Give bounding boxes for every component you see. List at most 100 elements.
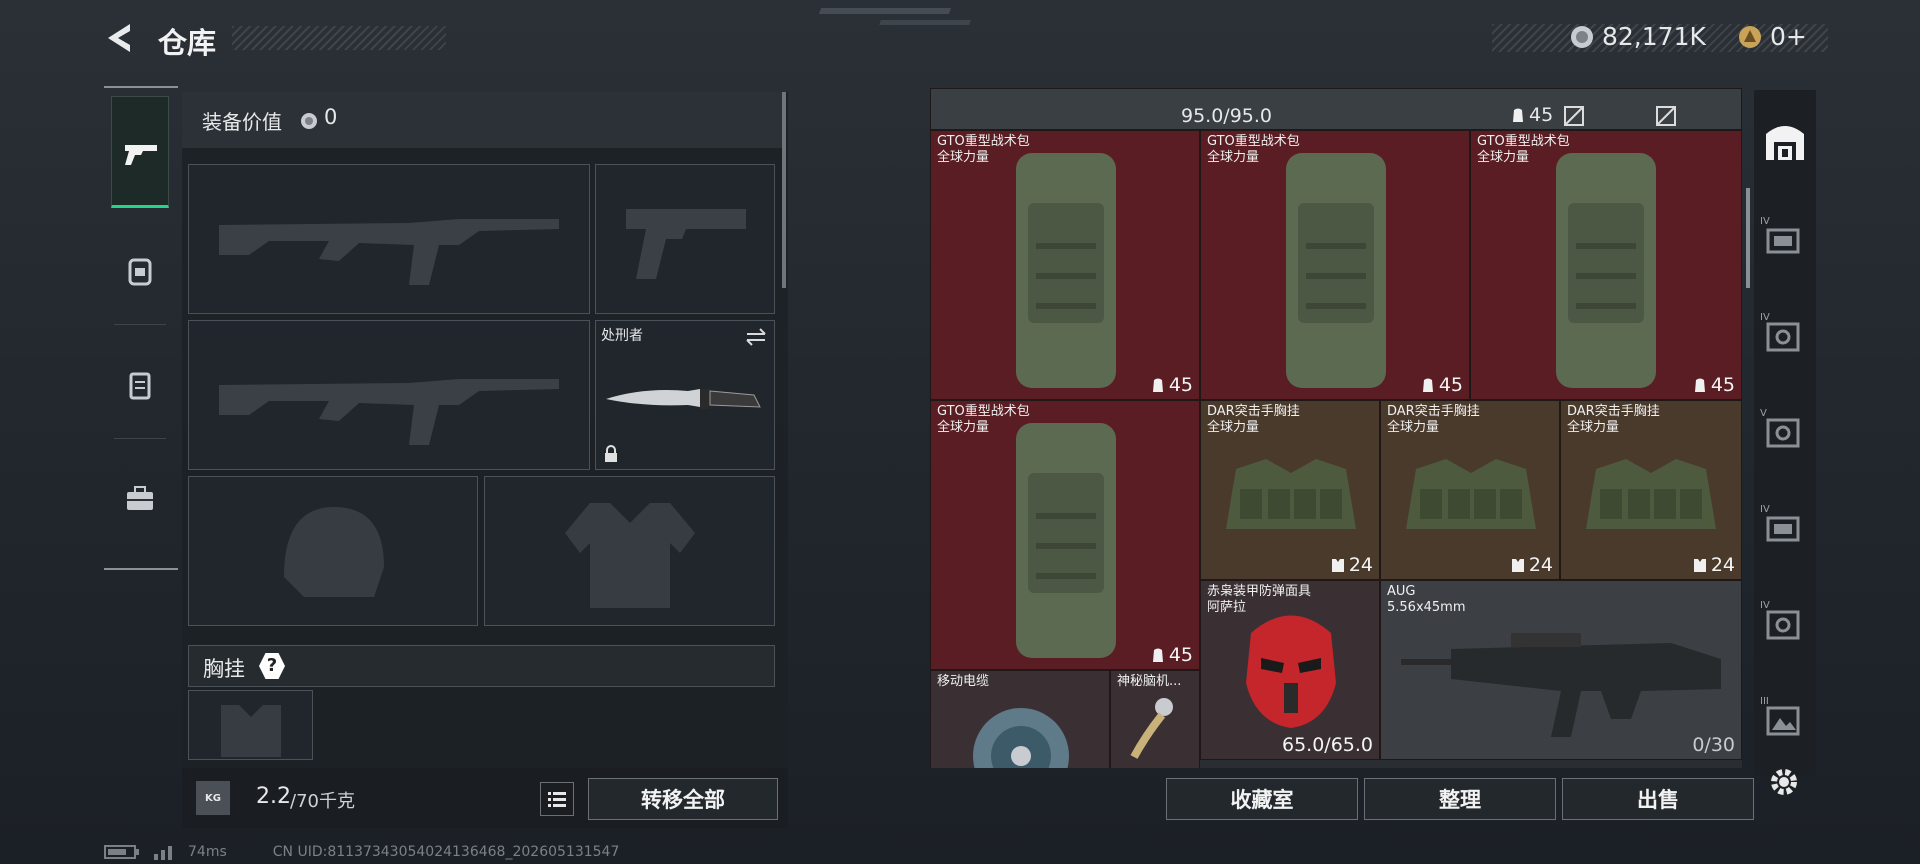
warehouse-tab[interactable] <box>1760 116 1810 166</box>
chest-rig-header: 胸挂 ? <box>188 645 775 687</box>
durability-badge: 65.0/65.0 <box>1281 734 1373 756</box>
gear-icon <box>1771 769 1797 795</box>
battery-icon <box>104 845 139 859</box>
grid-item-backpack[interactable]: GTO重型战术包 全球力量 45 <box>930 130 1200 400</box>
storage-tab[interactable]: IV <box>1760 312 1806 358</box>
equip-value: 0 <box>324 105 338 129</box>
grid-item-chest-rig[interactable]: DAR突击手胸挂 全球力量 24 <box>1560 400 1742 580</box>
settings-button[interactable] <box>1766 764 1802 800</box>
help-icon[interactable]: ? <box>259 653 285 679</box>
rifle-silhouette-icon <box>219 379 559 445</box>
rifle-silhouette-icon <box>219 219 559 285</box>
storage-tab[interactable]: IV <box>1760 216 1806 262</box>
signal-icon <box>154 846 172 860</box>
helmet-slot[interactable] <box>188 476 478 626</box>
side-nav-weapons-tab[interactable] <box>111 96 169 208</box>
inventory-grid: 95.0/95.0 45 GTO重型战术包 全球力量 45 GTO重型战术包 全球力… <box>930 88 1742 768</box>
side-nav-backpack-tab[interactable] <box>111 226 169 326</box>
panel-scrollbar[interactable] <box>782 92 786 288</box>
chest-rig-slot[interactable] <box>188 690 313 760</box>
silver-coin-icon <box>301 113 317 129</box>
grid-item-backpack[interactable]: GTO重型战术包 全球力量 45 <box>930 400 1200 670</box>
equip-value-row: 装备价值 0 <box>182 92 782 148</box>
grid-item-cable[interactable]: 移动电缆 <box>930 670 1110 768</box>
user-uid: CN UID:81137343054024136468_202605131547 <box>272 844 620 860</box>
body-armor-slot[interactable] <box>484 476 775 626</box>
side-nav-container-tab[interactable] <box>111 340 169 440</box>
sort-button[interactable]: 整理 <box>1364 778 1556 820</box>
back-button[interactable] <box>100 18 140 58</box>
primary-weapon-slot[interactable] <box>188 164 590 314</box>
item-name: 赤枭装甲防弹面具 <box>1207 584 1312 599</box>
grid-item-brain-device[interactable]: 神秘脑机... <box>1110 670 1200 768</box>
tier-label: III <box>1760 696 1769 707</box>
storage-tab[interactable]: V <box>1760 408 1806 454</box>
grid-scrollbar[interactable] <box>1746 188 1750 288</box>
storage-tab[interactable]: IV <box>1760 600 1806 646</box>
no-image-icon <box>1564 106 1584 126</box>
backpack-icon <box>1016 423 1116 658</box>
knife-slot[interactable]: 处刑者 <box>595 320 775 470</box>
currency-display[interactable]: 82,171K <box>1570 22 1706 51</box>
container-icon <box>129 372 151 400</box>
grid-item-rifle[interactable]: AUG 5.56x45mm 0/30 <box>1380 580 1742 760</box>
tier-label: IV <box>1760 504 1770 515</box>
page-title: 仓库 <box>158 26 217 60</box>
side-nav-briefcase-tab[interactable] <box>111 454 169 554</box>
combat-knife-icon <box>606 389 761 409</box>
vest-silhouette-icon <box>221 705 281 757</box>
backpack-icon <box>1556 153 1656 388</box>
silver-coin-icon <box>1571 25 1593 48</box>
chest-rig-icon <box>1226 459 1356 529</box>
warehouse-icon <box>1766 126 1804 160</box>
storage-tab[interactable]: III <box>1760 696 1806 742</box>
secondary-weapon-slot[interactable] <box>188 320 590 470</box>
backpack-capacity-icon <box>1422 378 1433 392</box>
item-subtitle: 全球力量 <box>1207 420 1260 435</box>
grid-item-armor-mask[interactable]: 赤枭装甲防弹面具 阿萨拉 65.0/65.0 <box>1200 580 1380 760</box>
storage-tab[interactable]: IV <box>1760 504 1806 550</box>
sell-button[interactable]: 出售 <box>1562 778 1754 820</box>
capacity-badge: 45 <box>1693 374 1735 396</box>
vest-capacity-icon <box>1511 559 1524 572</box>
armor-silhouette-icon <box>565 503 695 608</box>
knife-slot-label: 处刑者 <box>601 328 643 344</box>
ammo-badge: 0/30 <box>1692 734 1735 756</box>
weight-bar: KG 2.2 /70千克 转移全部 <box>182 768 788 828</box>
back-chevron-icon <box>108 24 130 52</box>
top-row-value: 95.0/95.0 <box>1181 105 1273 127</box>
lock-icon <box>605 445 617 462</box>
item-name: DAR突击手胸挂 <box>1387 404 1480 419</box>
grid-item-chest-rig[interactable]: DAR突击手胸挂 全球力量 24 <box>1200 400 1380 580</box>
tier-label: IV <box>1760 312 1770 323</box>
side-nav <box>104 86 178 570</box>
status-bar: 74ms CN UID:81137343054024136468_2026051… <box>104 844 619 860</box>
capacity-badge: 24 <box>1331 554 1373 576</box>
vest-capacity-icon <box>1693 559 1706 572</box>
grid-item-chest-rig[interactable]: DAR突击手胸挂 全球力量 24 <box>1380 400 1560 580</box>
weight-value: 2.2 <box>256 784 291 809</box>
title-decoration <box>232 26 446 50</box>
list-icon <box>548 792 566 807</box>
item-name: 移动电缆 <box>937 674 990 689</box>
device-icon <box>1130 698 1173 759</box>
capacity-badge: 45 <box>1151 644 1193 666</box>
cable-reel-icon <box>973 708 1069 768</box>
chest-rig-icon <box>1586 459 1716 529</box>
transfer-all-button[interactable]: 转移全部 <box>588 778 778 820</box>
item-name: DAR突击手胸挂 <box>1207 404 1300 419</box>
capacity-badge: 45 <box>1421 374 1463 396</box>
no-image-icon <box>1656 106 1676 126</box>
equip-value-label: 装备价值 <box>202 110 282 134</box>
chest-rig-label: 胸挂 <box>203 657 245 681</box>
premium-currency-display[interactable]: 0+ <box>1738 22 1807 51</box>
backpack-capacity-icon <box>1152 378 1163 392</box>
swap-icon[interactable] <box>744 327 768 347</box>
grid-item-backpack[interactable]: GTO重型战术包 全球力量 45 <box>1470 130 1742 400</box>
grid-item-backpack[interactable]: GTO重型战术包 全球力量 45 <box>1200 130 1470 400</box>
pistol-slot[interactable] <box>595 164 775 314</box>
list-view-button[interactable] <box>540 782 574 816</box>
grid-top-row[interactable]: 95.0/95.0 45 <box>930 88 1742 130</box>
item-name: AUG <box>1387 584 1416 599</box>
collection-room-button[interactable]: 收藏室 <box>1166 778 1358 820</box>
